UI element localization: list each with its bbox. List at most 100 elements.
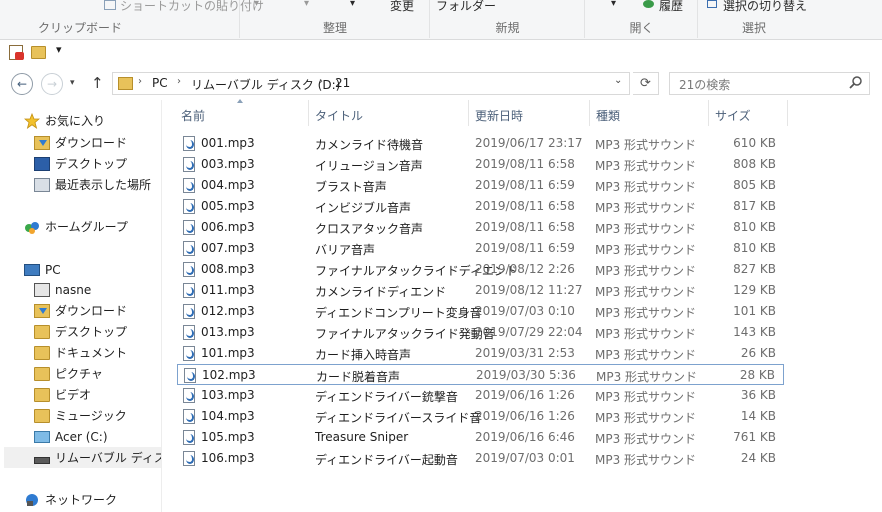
sidebar-item-desktop[interactable]: デスクトップ: [34, 321, 127, 342]
rename-button[interactable]: 変更: [390, 0, 414, 14]
column-header-date[interactable]: 更新日時: [475, 107, 523, 124]
new-folder-button[interactable]: フォルダー: [436, 0, 496, 14]
file-date: 2019/07/03 0:10: [475, 304, 575, 318]
file-name: 013.mp3: [201, 325, 255, 339]
file-name: 104.mp3: [201, 409, 255, 423]
sidebar-item-label: ダウンロード: [55, 136, 128, 150]
sidebar-item-videos[interactable]: ビデオ: [34, 384, 91, 405]
address-dropdown-icon[interactable]: ⌄: [614, 75, 622, 86]
sidebar-item-drive-c[interactable]: Acer (C:): [34, 426, 108, 447]
star-icon: [24, 112, 40, 129]
delete-dropdown-icon[interactable]: ▾: [350, 0, 355, 9]
file-title: ディエンドライバー銃撃音: [315, 390, 458, 404]
copy-dropdown-icon[interactable]: ▾: [304, 0, 309, 9]
desktop-folder-icon: [34, 324, 50, 339]
sidebar-item-pc[interactable]: PC: [24, 259, 61, 280]
file-row[interactable]: 005.mp3 インビジブル音声 2019/08/11 6:58 MP3 形式サウンド…: [177, 196, 784, 217]
file-name: 005.mp3: [201, 199, 255, 213]
refresh-button[interactable]: ⟳: [633, 72, 659, 95]
file-date: 2019/08/12 11:27: [475, 283, 583, 297]
file-row[interactable]: 003.mp3 イリュージョン音声 2019/08/11 6:58 MP3 形式サウン…: [177, 154, 784, 175]
file-row[interactable]: 101.mp3 カード挿入時音声 2019/03/31 2:53 MP3 形式サウンド…: [177, 343, 784, 364]
removable-drive-icon: [34, 456, 50, 464]
invert-selection-icon: [707, 0, 717, 8]
properties-dropdown-icon[interactable]: ▾: [611, 0, 616, 9]
customize-toolbar-icon[interactable]: ▾: [56, 43, 62, 56]
new-group: フォルダー 新規: [430, 0, 585, 40]
chevron-right-icon[interactable]: ›: [138, 76, 142, 87]
file-name: 003.mp3: [201, 157, 255, 171]
file-title: カメンライドディエンド: [315, 285, 447, 299]
file-date: 2019/06/16 1:26: [475, 409, 575, 423]
file-row[interactable]: 106.mp3 ディエンドライバー起動音 2019/07/03 0:01 MP3 形式…: [177, 448, 784, 469]
invert-selection-button[interactable]: 選択の切り替え: [723, 0, 807, 14]
file-row[interactable]: 008.mp3 ファイナルアタックライドディエンド 2019/08/12 2:26 M…: [177, 259, 784, 280]
chevron-right-icon[interactable]: ›: [177, 76, 181, 87]
audio-file-icon: [183, 199, 195, 214]
up-button[interactable]: ↑: [91, 74, 104, 92]
file-name: 004.mp3: [201, 178, 255, 192]
file-row[interactable]: 102.mp3 カード脱着音声 2019/03/30 5:36 MP3 形式サウンド 2…: [177, 364, 784, 385]
file-row[interactable]: 012.mp3 ディエンドコンプリート変身音 2019/07/03 0:10 MP3 …: [177, 301, 784, 322]
column-header-name[interactable]: 名前: [181, 107, 205, 124]
documents-folder-icon: [34, 345, 50, 360]
file-name: 001.mp3: [201, 136, 255, 150]
drive-icon: [34, 430, 50, 443]
file-row[interactable]: 105.mp3 Treasure Sniper 2019/06/16 6:46 MP3…: [177, 427, 784, 448]
forward-button[interactable]: →: [41, 73, 63, 95]
file-row[interactable]: 013.mp3 ファイナルアタックライド発動音 2019/07/29 22:04 MP…: [177, 322, 784, 343]
sidebar-item-downloads[interactable]: ダウンロード: [34, 300, 127, 321]
sidebar-item-pictures[interactable]: ピクチャ: [34, 363, 103, 384]
address-bar[interactable]: › PC › リムーバブル ディスク (D:) › 21: [112, 72, 630, 95]
audio-file-icon: [183, 325, 195, 340]
breadcrumb-folder[interactable]: 21: [335, 76, 350, 90]
file-row[interactable]: 004.mp3 ブラスト音声 2019/08/11 6:59 MP3 形式サウンド 80…: [177, 175, 784, 196]
file-name: 105.mp3: [201, 430, 255, 444]
chevron-right-icon[interactable]: ›: [319, 76, 323, 87]
column-header-size[interactable]: サイズ: [715, 107, 751, 124]
file-row[interactable]: 001.mp3 カメンライド待機音 2019/06/17 23:17 MP3 形式サウ…: [177, 133, 784, 154]
recent-locations-icon[interactable]: ▾: [70, 78, 75, 88]
sidebar-item-recent-places[interactable]: 最近表示した場所: [34, 174, 151, 195]
sidebar-item-documents[interactable]: ドキュメント: [34, 342, 127, 363]
file-row[interactable]: 006.mp3 クロスアタック音声 2019/08/11 6:58 MP3 形式サウン…: [177, 217, 784, 238]
audio-file-icon: [183, 241, 195, 256]
file-date: 2019/08/11 6:59: [475, 178, 575, 192]
file-size: 810 KB: [733, 220, 776, 234]
file-type: MP3 形式サウンド: [595, 222, 697, 236]
sidebar-item-network[interactable]: ネットワーク: [24, 489, 117, 510]
open-group: ▾ 履歴 開く: [585, 0, 698, 40]
back-button[interactable]: ←: [11, 73, 33, 95]
file-type: MP3 形式サウンド: [595, 285, 697, 299]
audio-file-icon: [183, 136, 195, 151]
sidebar-item-removable-disk[interactable]: リムーバブル ディスク (D:): [4, 447, 161, 468]
file-row[interactable]: 011.mp3 カメンライドディエンド 2019/08/12 11:27 MP3 形式…: [177, 280, 784, 301]
search-box[interactable]: 21の検索: [669, 72, 870, 95]
sidebar-item-favorites[interactable]: お気に入り: [24, 110, 105, 131]
sidebar-item-homegroup[interactable]: ホームグループ: [24, 216, 128, 237]
sidebar-item-fav-downloads[interactable]: ダウンロード: [34, 132, 127, 153]
file-row[interactable]: 104.mp3 ディエンドライバースライド音 2019/06/16 1:26 MP3 …: [177, 406, 784, 427]
file-row[interactable]: 103.mp3 ディエンドライバー銃撃音 2019/06/16 1:26 MP3 形式…: [177, 385, 784, 406]
sidebar-item-nasne[interactable]: nasne: [34, 279, 91, 300]
properties-icon[interactable]: [9, 45, 24, 60]
sidebar-item-fav-desktop[interactable]: デスクトップ: [34, 153, 127, 174]
file-row[interactable]: 007.mp3 バリア音声 2019/08/11 6:59 MP3 形式サウンド 810…: [177, 238, 784, 259]
audio-file-icon: [183, 220, 195, 235]
file-date: 2019/06/17 23:17: [475, 136, 583, 150]
download-folder-icon: [34, 135, 50, 150]
file-name: 101.mp3: [201, 346, 255, 360]
paste-shortcut-icon: [104, 0, 116, 10]
sidebar-item-music[interactable]: ミュージック: [34, 405, 127, 426]
navigation-bar: ← → ▾ ↑ › PC › リムーバブル ディスク (D:) › 21 ⌄ ⟳…: [0, 66, 882, 100]
column-header-type[interactable]: 種類: [596, 107, 620, 124]
audio-file-icon: [183, 430, 195, 445]
column-header-title[interactable]: タイトル: [315, 107, 363, 124]
move-dropdown-icon[interactable]: ▾: [254, 0, 259, 9]
file-date: 2019/03/31 2:53: [475, 346, 575, 360]
pictures-folder-icon: [34, 366, 50, 381]
breadcrumb-drive[interactable]: リムーバブル ディスク (D:): [191, 76, 340, 93]
new-folder-icon[interactable]: [31, 46, 46, 59]
history-button[interactable]: 履歴: [659, 0, 683, 14]
breadcrumb-pc[interactable]: PC: [152, 76, 168, 90]
